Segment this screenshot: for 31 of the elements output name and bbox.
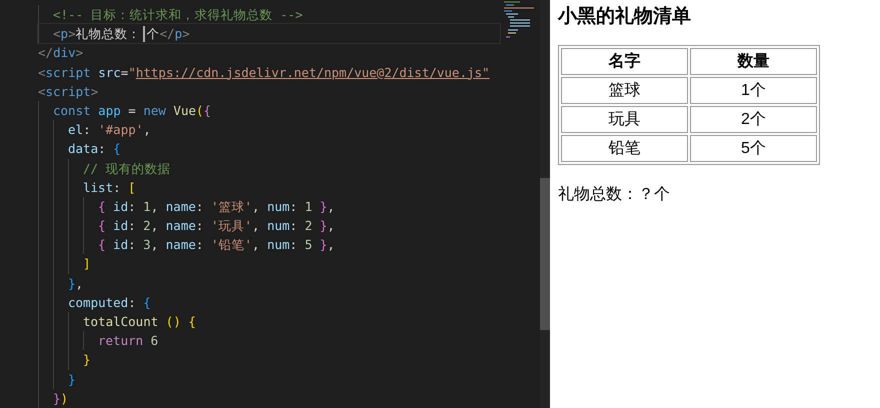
page-title: 小黑的礼物清单 [558, 4, 692, 29]
code-line: data: { [38, 139, 500, 158]
code-line: } [38, 350, 500, 370]
minimap [503, 0, 537, 40]
code-line: return 6 [38, 331, 500, 350]
table-cell: 2个 [690, 106, 817, 133]
column-header: 名字 [561, 48, 688, 75]
code-line: }, [38, 274, 500, 293]
code-line: { id: 3, name: '铅笔', num: 5 }, [38, 235, 500, 254]
code-line: <script> [38, 82, 100, 101]
code-line: }) [38, 388, 500, 408]
code-line: el: '#app', [38, 120, 500, 140]
code-line: totalCount () { [38, 312, 500, 332]
table-cell: 铅笔 [561, 135, 688, 162]
table-cell: 玩具 [561, 106, 688, 133]
code-line: const app = new Vue({ [38, 100, 500, 120]
code-line: </div> [38, 44, 84, 62]
code-line: computed: { [38, 292, 500, 312]
code-line: list: [ [38, 178, 500, 197]
column-header: 数量 [690, 48, 817, 75]
code-line: { id: 2, name: '玩具', num: 2 }, [38, 216, 500, 236]
scrollbar[interactable] [540, 0, 550, 408]
total-text: 礼物总数：？个 [558, 184, 671, 205]
table-cell: 篮球 [561, 77, 688, 104]
table-cell: 1个 [690, 77, 817, 104]
code-line: ] [38, 254, 500, 274]
code-line: // 现有的数据 [38, 158, 500, 178]
code-line: <script src="https://cdn.jsdelivr.net/npm/vue@2/dist/vue.js" [38, 64, 491, 82]
table-cell: 5个 [690, 135, 817, 162]
code-line: } [38, 370, 500, 389]
code-line: { id: 1, name: '篮球', num: 1 }, [38, 196, 500, 216]
